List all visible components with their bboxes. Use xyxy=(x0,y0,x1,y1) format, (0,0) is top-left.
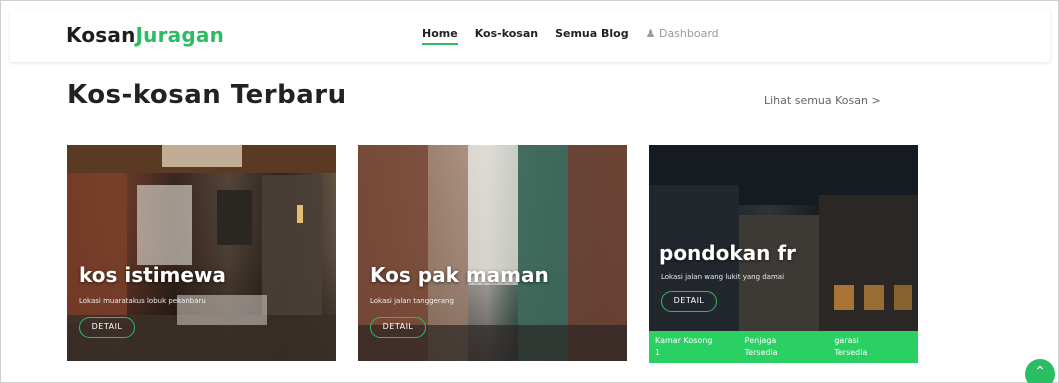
info-label: Penjaga xyxy=(744,336,777,345)
site-logo[interactable]: KosanJuragan xyxy=(66,23,224,47)
card-title: kos istimewa xyxy=(79,263,226,287)
nav-home[interactable]: Home xyxy=(422,27,458,45)
info-value: Tersedia xyxy=(834,348,868,357)
card-title: pondokan fr xyxy=(659,241,796,265)
nav-dashboard-label: Dashboard xyxy=(658,27,719,40)
logo-part-1: Kosan xyxy=(66,23,136,47)
info-value: Tersedia xyxy=(744,348,778,357)
nav-kos-kosan[interactable]: Kos-kosan xyxy=(475,27,538,44)
card-info-bar: Kamar Kosong 1 Penjaga Tersedia garasi T… xyxy=(649,331,918,363)
top-navbar: KosanJuragan Home Kos-kosan Semua Blog ♟… xyxy=(10,10,1050,62)
card-subtitle: Lokasi muaratakus lobuk pekanbaru xyxy=(79,297,206,305)
detail-button[interactable]: DETAIL xyxy=(79,317,135,338)
info-label: garasi xyxy=(834,336,859,345)
user-icon: ♟ xyxy=(645,27,656,40)
see-all-link[interactable]: Lihat semua Kosan > xyxy=(764,94,881,107)
main-nav: Home Kos-kosan Semua Blog ♟ Dashboard xyxy=(422,27,736,45)
chevron-up-icon: ⌃ xyxy=(1034,364,1046,380)
logo-part-2: Juragan xyxy=(135,23,225,47)
info-garasi: garasi Tersedia xyxy=(828,331,918,363)
kosan-card[interactable]: kos istimewa Lokasi muaratakus lobuk pek… xyxy=(67,145,336,361)
detail-button[interactable]: DETAIL xyxy=(661,291,717,312)
card-title: Kos pak maman xyxy=(370,263,549,287)
detail-button[interactable]: DETAIL xyxy=(370,317,426,338)
nav-dashboard[interactable]: ♟ Dashboard xyxy=(646,27,719,44)
kosan-card[interactable]: Kos pak maman Lokasi jalan tanggerang DE… xyxy=(358,145,627,361)
kosan-card[interactable]: pondokan fr Lokasi jalan wang lukit yang… xyxy=(649,145,918,363)
card-subtitle: Lokasi jalan tanggerang xyxy=(370,297,454,305)
nav-semua-blog[interactable]: Semua Blog xyxy=(555,27,629,44)
info-value: 1 xyxy=(655,348,661,357)
info-penjaga: Penjaga Tersedia xyxy=(739,331,829,363)
info-kamar-kosong: Kamar Kosong 1 xyxy=(649,331,739,363)
scroll-to-top-button[interactable]: ⌃ xyxy=(1025,359,1055,383)
info-label: Kamar Kosong xyxy=(655,336,713,345)
card-subtitle: Lokasi jalan wang lukit yang damai xyxy=(661,273,785,281)
section-title: Kos-kosan Terbaru xyxy=(67,80,347,110)
